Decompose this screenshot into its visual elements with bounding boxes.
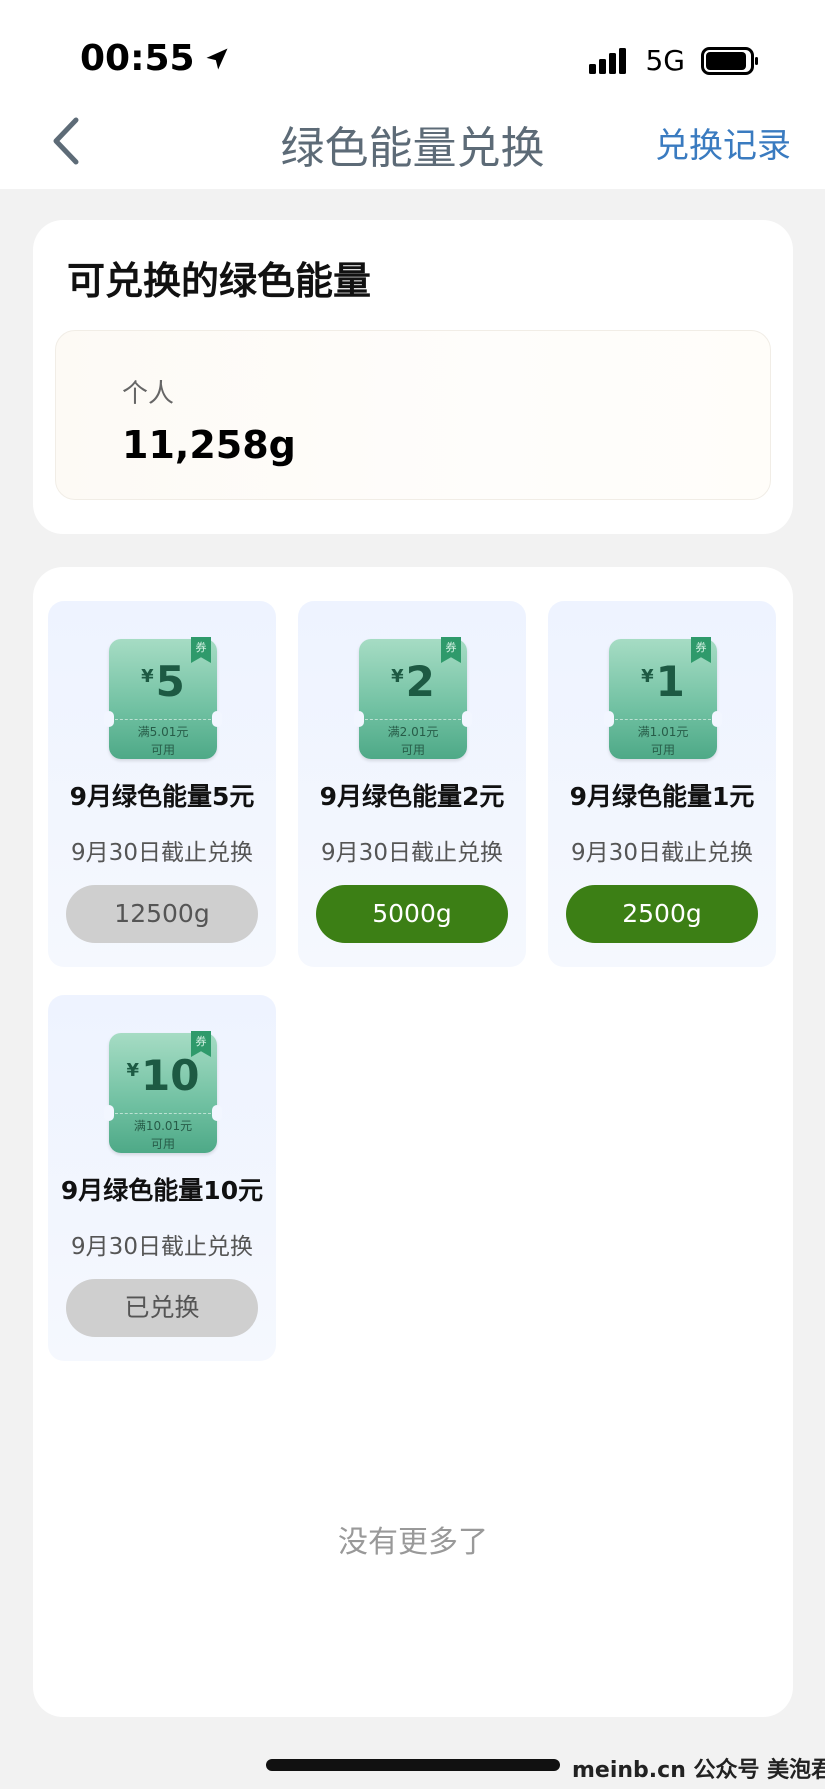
coupon-name: 9月绿色能量1元 — [569, 782, 755, 811]
coupon-ticket-icon: 券 ¥2 满2.01元 可用 — [354, 637, 472, 759]
redeemed-button[interactable]: 已兑换 — [66, 1279, 258, 1337]
coupon-name: 9月绿色能量5元 — [69, 782, 255, 811]
balance-card: 可兑换的绿色能量 个人 11,258g — [33, 220, 793, 534]
location-arrow-icon — [206, 48, 228, 69]
coupon-name: 9月绿色能量2元 — [319, 782, 505, 811]
redeem-button[interactable]: 2500g — [566, 885, 758, 943]
status-time: 00:55 — [80, 38, 231, 79]
watermark: meinb.cn 公众号 美泡君 — [572, 1758, 825, 1783]
coupon-list: 券 ¥5 满5.01元 可用 9月绿色能量5元 9月30日截止兑换 12500g… — [33, 567, 793, 1717]
coupon-card: 券 ¥1 满1.01元 可用 9月绿色能量1元 9月30日截止兑换 2500g — [548, 601, 776, 967]
header: 00:55 5G 绿色能量兑换 兑换记录 — [0, 0, 825, 189]
coupon-card: 券 ¥5 满5.01元 可用 9月绿色能量5元 9月30日截止兑换 12500g — [48, 601, 276, 967]
coupon-condition: 满2.01元 可用 — [387, 725, 439, 757]
status-right: 5G — [589, 44, 759, 77]
balance-value: 11,258g — [122, 423, 296, 467]
time-text: 00:55 — [80, 38, 195, 79]
balance-box: 个人 11,258g — [55, 330, 771, 500]
network-label: 5G — [645, 44, 685, 77]
coupon-amount: ¥5 — [141, 657, 185, 706]
coupon-condition: 满5.01元 可用 — [137, 725, 189, 757]
redeem-button[interactable]: 12500g — [66, 885, 258, 943]
battery-icon — [701, 46, 758, 75]
coupon-ticket-icon: 券 ¥10 满10.01元 可用 — [104, 1031, 222, 1153]
coupon-ticket-icon: 券 ¥5 满5.01元 可用 — [104, 637, 222, 759]
coupon-amount: ¥10 — [126, 1051, 200, 1100]
coupon-amount: ¥2 — [391, 657, 435, 706]
coupon-card: 券 ¥2 满2.01元 可用 9月绿色能量2元 9月30日截止兑换 5000g — [298, 601, 526, 967]
signal-icon — [589, 47, 627, 74]
coupon-deadline: 9月30日截止兑换 — [571, 840, 753, 866]
coupon-card: 券 ¥10 满10.01元 可用 9月绿色能量10元 9月30日截止兑换 已兑换 — [48, 995, 276, 1361]
coupon-deadline: 9月30日截止兑换 — [71, 1234, 253, 1260]
coupon-ticket-icon: 券 ¥1 满1.01元 可用 — [604, 637, 722, 759]
balance-card-title: 可兑换的绿色能量 — [67, 259, 372, 303]
balance-label: 个人 — [122, 379, 175, 409]
coupon-amount: ¥1 — [641, 657, 685, 706]
coupon-condition: 满10.01元 可用 — [133, 1119, 193, 1151]
coupon-deadline: 9月30日截止兑换 — [321, 840, 503, 866]
no-more-text: 没有更多了 — [338, 1525, 488, 1560]
exchange-history-link[interactable]: 兑换记录 — [655, 118, 791, 167]
coupon-deadline: 9月30日截止兑换 — [71, 840, 253, 866]
coupon-name: 9月绿色能量10元 — [60, 1176, 264, 1205]
coupon-condition: 满1.01元 可用 — [637, 725, 689, 757]
redeem-button[interactable]: 5000g — [316, 885, 508, 943]
home-indicator[interactable] — [266, 1759, 560, 1771]
